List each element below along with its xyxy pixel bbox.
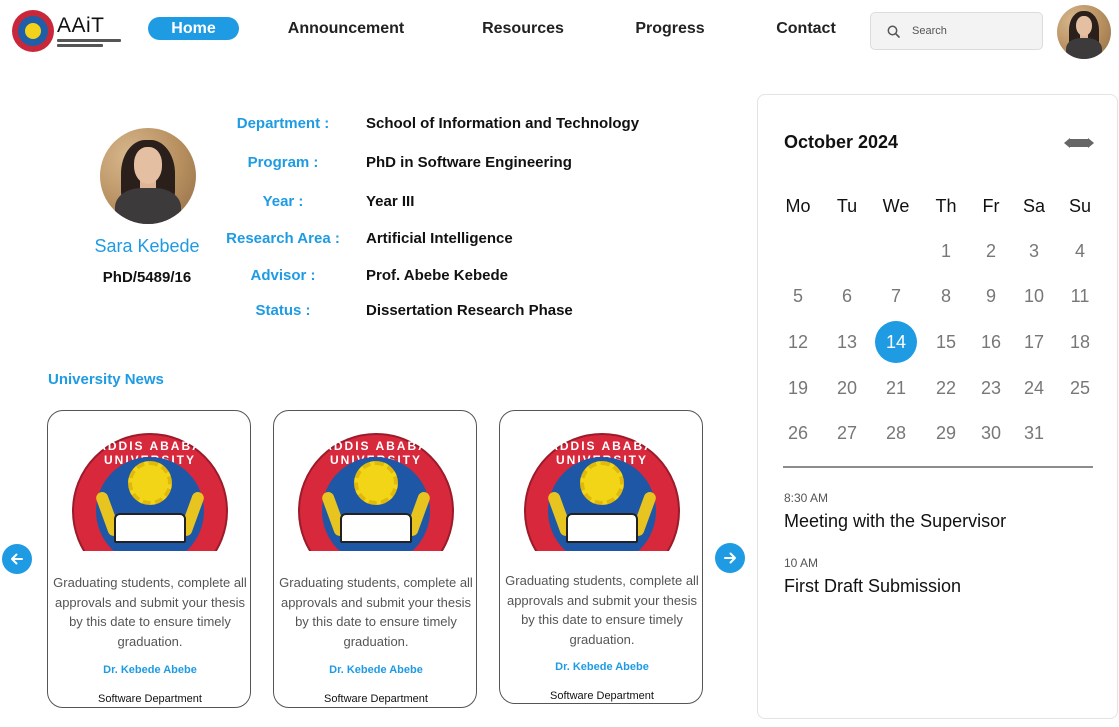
brand-subtitle-line (57, 39, 121, 42)
calendar-day[interactable]: 9 (968, 276, 1014, 316)
brand-name: AAiT (57, 14, 105, 37)
news-card[interactable]: ADDIS ABABA UNIVERSITY Graduating studen… (499, 410, 703, 704)
calendar-day[interactable]: 18 (1057, 322, 1103, 362)
calendar-day[interactable]: 30 (968, 413, 1014, 453)
calendar-weekday-header: Th (935, 195, 957, 216)
arrow-left-icon (11, 553, 23, 565)
news-text: Graduating students, complete all approv… (279, 575, 473, 649)
calendar-weekday-header: We (882, 195, 910, 216)
nav-home[interactable]: Home (148, 17, 239, 40)
aait-logo[interactable]: AAiT (12, 8, 124, 54)
news-text: Graduating students, complete all approv… (53, 575, 247, 649)
search-icon (887, 25, 900, 38)
department-value: School of Information and Technology (366, 115, 640, 132)
research-area-label: Research Area : (226, 230, 340, 247)
calendar-day[interactable]: 3 (1011, 231, 1057, 271)
event-title[interactable]: Meeting with the Supervisor (784, 511, 1006, 532)
calendar-nav-toggle[interactable] (1064, 138, 1094, 148)
news-card[interactable]: ADDIS ABABA UNIVERSITY Graduating studen… (273, 410, 477, 708)
status-label: Status : (255, 302, 311, 319)
calendar-day[interactable]: 7 (873, 276, 919, 316)
calendar-day[interactable]: 8 (923, 276, 969, 316)
calendar-day[interactable]: 13 (824, 322, 870, 362)
calendar-weekday-header: Fr (982, 195, 1000, 216)
calendar-day-today[interactable]: 14 (875, 321, 917, 363)
brand-subtitle-line (57, 44, 103, 47)
program-value: PhD in Software Engineering (366, 154, 572, 171)
chevron-right-icon (1088, 138, 1094, 148)
news-department: Software Department (550, 690, 654, 702)
calendar-day[interactable]: 17 (1011, 322, 1057, 362)
news-department: Software Department (98, 693, 202, 705)
research-area-value: Artificial Intelligence (366, 230, 513, 247)
profile-student-id: PhD/5489/16 (102, 269, 192, 286)
calendar-day[interactable]: 21 (873, 368, 919, 408)
nav-contact[interactable]: Contact (770, 17, 842, 40)
calendar-day[interactable]: 5 (775, 276, 821, 316)
news-section-title: University News (48, 371, 164, 388)
nav-resources[interactable]: Resources (478, 17, 568, 40)
news-card[interactable]: ADDIS ABABA UNIVERSITY Graduating studen… (47, 410, 251, 708)
calendar-day[interactable]: 20 (824, 368, 870, 408)
university-seal-icon (12, 10, 54, 52)
calendar-day[interactable]: 11 (1057, 276, 1103, 316)
calendar-day[interactable]: 27 (824, 413, 870, 453)
calendar-day[interactable]: 12 (775, 322, 821, 362)
calendar-weekday-header: Su (1068, 195, 1092, 216)
event-time: 8:30 AM (784, 491, 829, 505)
calendar-day[interactable]: 6 (824, 276, 870, 316)
calendar-panel: October 2024 Mo Tu We Th Fr Sa Su 1 2 3 4 5 6 7 8 9 10 11… (757, 94, 1118, 719)
calendar-day[interactable]: 1 (923, 231, 969, 271)
calendar-weekday-header: Tu (836, 195, 858, 216)
program-label: Program : (247, 154, 319, 171)
university-emblem-icon: ADDIS ABABA UNIVERSITY (72, 433, 228, 551)
calendar-day[interactable]: 16 (968, 322, 1014, 362)
calendar-day[interactable]: 29 (923, 413, 969, 453)
calendar-weekday-header: Sa (1022, 195, 1046, 216)
event-time: 10 AM (784, 556, 819, 570)
calendar-day[interactable]: 10 (1011, 276, 1057, 316)
calendar-day[interactable]: 22 (923, 368, 969, 408)
news-next-button[interactable] (715, 543, 745, 573)
calendar-day[interactable]: 19 (775, 368, 821, 408)
university-emblem-icon: ADDIS ABABA UNIVERSITY (524, 433, 680, 551)
user-avatar[interactable] (1057, 5, 1111, 59)
news-text: Graduating students, complete all approv… (505, 573, 699, 647)
advisor-value: Prof. Abebe Kebede (366, 267, 508, 284)
calendar-day[interactable]: 4 (1057, 231, 1103, 271)
nav-progress[interactable]: Progress (630, 17, 710, 40)
nav-announcement[interactable]: Announcement (280, 17, 412, 40)
news-author[interactable]: Dr. Kebede Abebe (274, 664, 476, 676)
year-label: Year : (262, 193, 304, 210)
arrow-right-icon (724, 552, 736, 564)
calendar-month-title: October 2024 (784, 132, 899, 152)
profile-photo (100, 128, 196, 224)
news-author[interactable]: Dr. Kebede Abebe (48, 664, 250, 676)
calendar-day[interactable]: 26 (775, 413, 821, 453)
news-author[interactable]: Dr. Kebede Abebe (500, 661, 702, 673)
news-department: Software Department (324, 693, 428, 705)
calendar-day[interactable]: 23 (968, 368, 1014, 408)
event-title[interactable]: First Draft Submission (784, 576, 961, 597)
department-label: Department : (236, 115, 330, 132)
advisor-label: Advisor : (250, 267, 316, 284)
calendar-day[interactable]: 31 (1011, 413, 1057, 453)
calendar-weekday-header: Mo (785, 195, 811, 216)
calendar-day[interactable]: 28 (873, 413, 919, 453)
news-prev-button[interactable] (2, 544, 32, 574)
calendar-day[interactable]: 25 (1057, 368, 1103, 408)
university-emblem-icon: ADDIS ABABA UNIVERSITY (298, 433, 454, 551)
calendar-day[interactable]: 15 (923, 322, 969, 362)
search-box[interactable] (870, 12, 1043, 50)
calendar-day[interactable]: 24 (1011, 368, 1057, 408)
search-input[interactable] (912, 25, 1022, 37)
status-value: Dissertation Research Phase (366, 302, 573, 319)
calendar-day[interactable]: 2 (968, 231, 1014, 271)
profile-name: Sara Kebede (94, 236, 200, 256)
year-value: Year III (366, 193, 415, 210)
calendar-divider (783, 466, 1093, 468)
